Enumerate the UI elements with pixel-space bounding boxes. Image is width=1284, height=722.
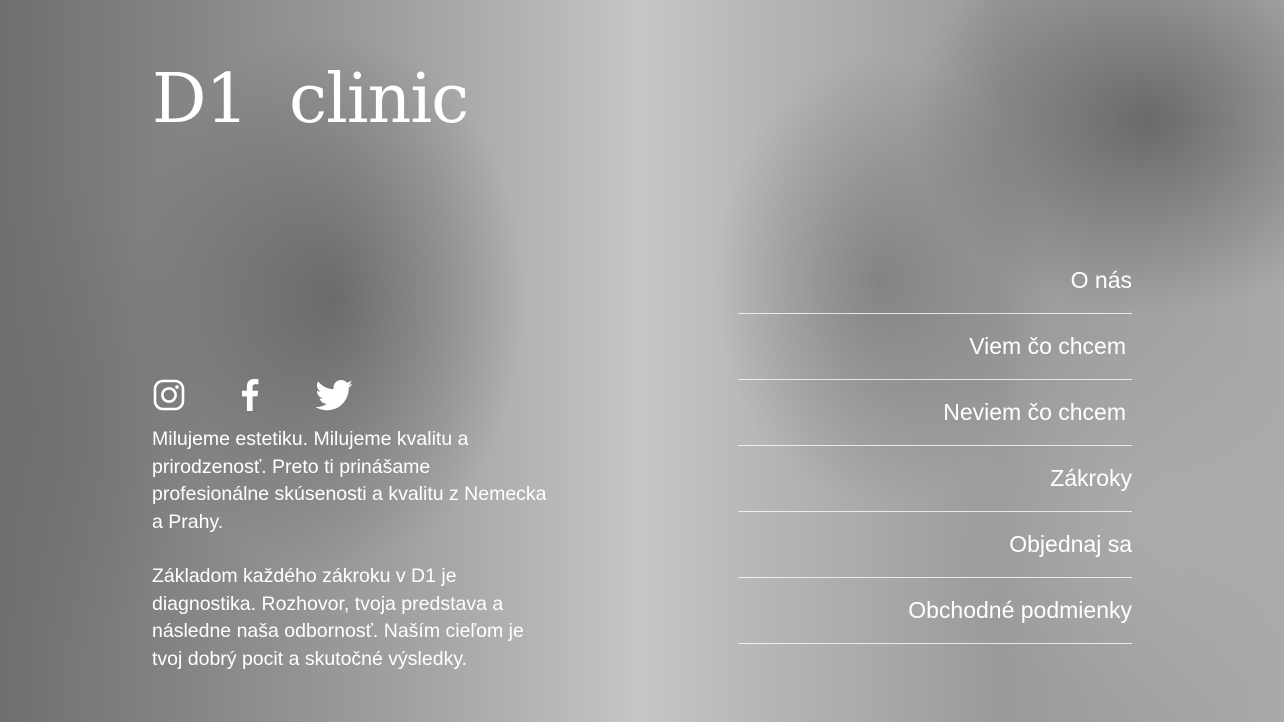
- facebook-icon[interactable]: [238, 378, 262, 412]
- clinic-logo[interactable]: D1 clinic: [152, 66, 469, 134]
- nav-item-label: Objednaj sa: [1009, 531, 1132, 557]
- intro-text: Milujeme estetiku. Milujeme kvalitu a pr…: [152, 426, 552, 673]
- nav-item-zakroky[interactable]: Zákroky: [738, 446, 1132, 512]
- social-links: [152, 378, 354, 412]
- nav-item-label: Obchodné podmienky: [908, 597, 1132, 623]
- nav-item-label: Neviem čo chcem: [943, 399, 1126, 425]
- intro-paragraph-1: Milujeme estetiku. Milujeme kvalitu a pr…: [152, 428, 547, 533]
- instagram-icon[interactable]: [152, 378, 186, 412]
- nav-item-objednaj-sa[interactable]: Objednaj sa: [738, 512, 1132, 578]
- nav-item-obchodne-podmienky[interactable]: Obchodné podmienky: [738, 578, 1132, 644]
- nav-item-neviem-co-chcem[interactable]: Neviem čo chcem: [738, 380, 1132, 446]
- nav-item-label: Zákroky: [1050, 465, 1132, 491]
- nav-item-label: O nás: [1070, 267, 1132, 293]
- nav-item-viem-co-chcem[interactable]: Viem čo chcem: [738, 314, 1132, 380]
- nav-item-o-nas[interactable]: O nás: [738, 248, 1132, 314]
- main-nav: O nás Viem čo chcem Neviem čo chcem Zákr…: [738, 248, 1132, 644]
- intro-paragraph-2: Základom každého zákroku v D1 je diagnos…: [152, 565, 524, 670]
- twitter-icon[interactable]: [314, 378, 354, 412]
- nav-item-label: Viem čo chcem: [969, 333, 1126, 359]
